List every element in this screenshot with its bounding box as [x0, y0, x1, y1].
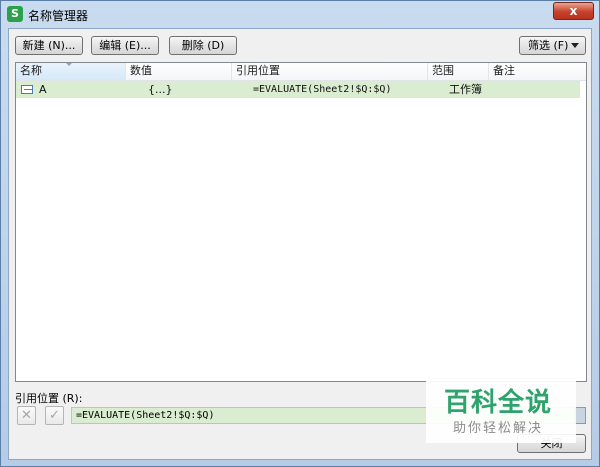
edit-button[interactable]: 编辑 (E)... — [91, 36, 159, 55]
new-button[interactable]: 新建 (N)... — [15, 36, 83, 55]
title-bar[interactable]: S 名称管理器 x — [1, 1, 599, 28]
close-icon: ✕ — [21, 408, 32, 423]
names-list[interactable]: 名称 数值 引用位置 范围 备注 A {...} =EVALUATE(Sheet… — [15, 62, 587, 382]
reference-label: 引用位置 (R): — [15, 392, 83, 405]
cell-value: {...} — [148, 83, 173, 96]
window-close-button[interactable]: x — [553, 2, 594, 20]
sort-indicator-icon — [66, 63, 72, 66]
window-title: 名称管理器 — [28, 9, 89, 23]
column-header-scope[interactable]: 范围 — [428, 63, 489, 80]
check-icon: ✓ — [49, 408, 60, 423]
cancel-edit-button[interactable]: ✕ — [17, 406, 36, 425]
watermark-title: 百科全说 — [444, 388, 553, 418]
name-manager-window: S 名称管理器 x 新建 (N)... 编辑 (E)... 删除 (D) 筛选 … — [0, 0, 600, 467]
column-header-reference[interactable]: 引用位置 — [232, 63, 428, 80]
confirm-edit-button[interactable]: ✓ — [45, 406, 64, 425]
filter-label: 筛选 (F) — [528, 39, 569, 52]
filter-dropdown[interactable]: 筛选 (F) — [519, 36, 586, 55]
chevron-down-icon — [571, 43, 579, 48]
wps-sheet-icon: S — [7, 6, 23, 22]
column-header-name-label: 名称 — [20, 64, 42, 77]
column-header-value[interactable]: 数值 — [126, 63, 232, 80]
delete-button[interactable]: 删除 (D) — [169, 36, 237, 55]
collapse-dialog-button[interactable] — [575, 407, 586, 424]
column-header-comment[interactable]: 备注 — [489, 63, 586, 80]
watermark-logo: 百科全说 助你轻松解决 — [426, 381, 576, 443]
list-header: 名称 数值 引用位置 范围 备注 — [16, 63, 586, 81]
watermark-subtitle: 助你轻松解决 — [453, 421, 544, 436]
cell-name: A — [39, 83, 47, 96]
table-row[interactable]: A {...} =EVALUATE(Sheet2!$Q:$Q) 工作簿 — [16, 81, 580, 98]
defined-name-icon — [21, 85, 33, 94]
cell-reference: =EVALUATE(Sheet2!$Q:$Q) — [253, 84, 392, 95]
column-header-name[interactable]: 名称 — [16, 63, 126, 80]
cell-scope: 工作簿 — [449, 83, 482, 96]
